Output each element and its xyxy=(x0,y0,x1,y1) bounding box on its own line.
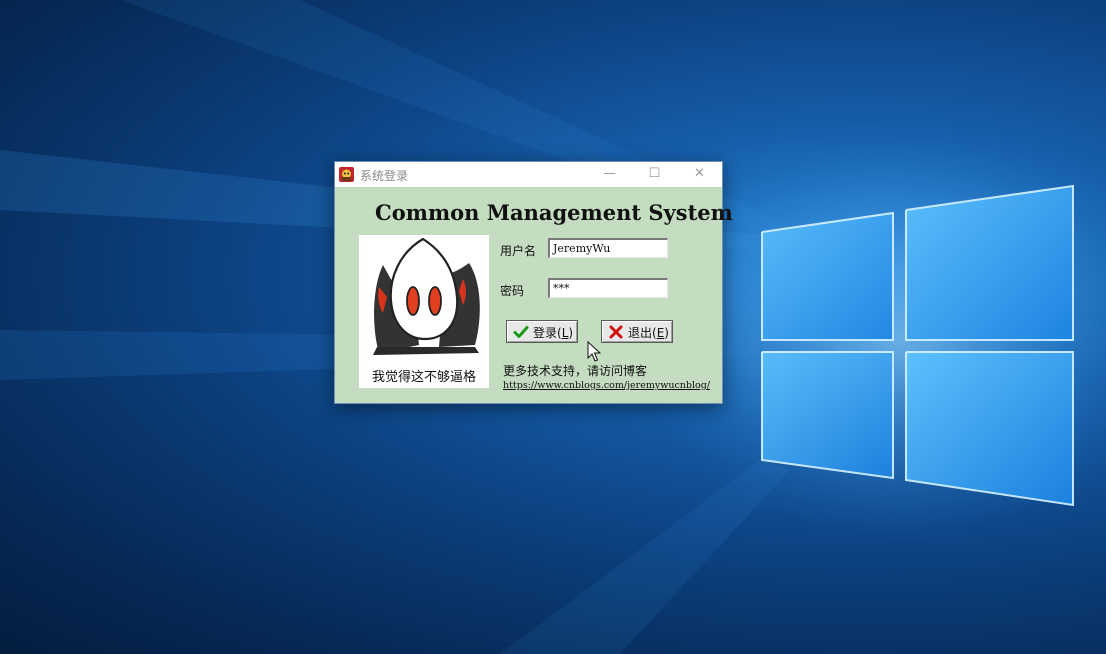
login-button[interactable]: 登录(L) xyxy=(506,320,578,343)
app-heading: Common Management System xyxy=(375,200,733,225)
mouse-pointer-icon xyxy=(587,341,601,362)
support-text: 更多技术支持，请访问博客 xyxy=(503,364,648,378)
exit-button-label: 退出(E) xyxy=(628,326,669,340)
password-label: 密码 xyxy=(500,284,525,298)
close-button[interactable]: ✕ xyxy=(677,162,722,187)
minimize-button[interactable]: — xyxy=(587,162,632,187)
username-input[interactable]: JeremyWu xyxy=(548,238,668,258)
password-input[interactable]: *** xyxy=(548,278,668,298)
window-title: 系统登录 xyxy=(360,169,409,183)
cartoon-avatar-image xyxy=(373,237,480,355)
avatar-panel: 我觉得这不够逼格 xyxy=(359,235,489,388)
blog-link[interactable]: https://www.cnblogs.com/jeremywucnblog/ xyxy=(503,380,710,391)
cross-icon xyxy=(609,325,623,339)
check-icon xyxy=(513,326,529,338)
login-dialog: 系统登录 — ☐ ✕ Common Management System 我觉得这… xyxy=(334,161,733,404)
login-button-label: 登录(L) xyxy=(533,326,574,340)
maximize-button[interactable]: ☐ xyxy=(632,162,677,187)
exit-button[interactable]: 退出(E) xyxy=(601,320,673,343)
username-label: 用户名 xyxy=(500,244,537,258)
app-icon xyxy=(339,167,354,182)
title-bar[interactable]: 系统登录 — ☐ ✕ xyxy=(335,162,722,187)
avatar-caption: 我觉得这不够逼格 xyxy=(371,370,476,385)
